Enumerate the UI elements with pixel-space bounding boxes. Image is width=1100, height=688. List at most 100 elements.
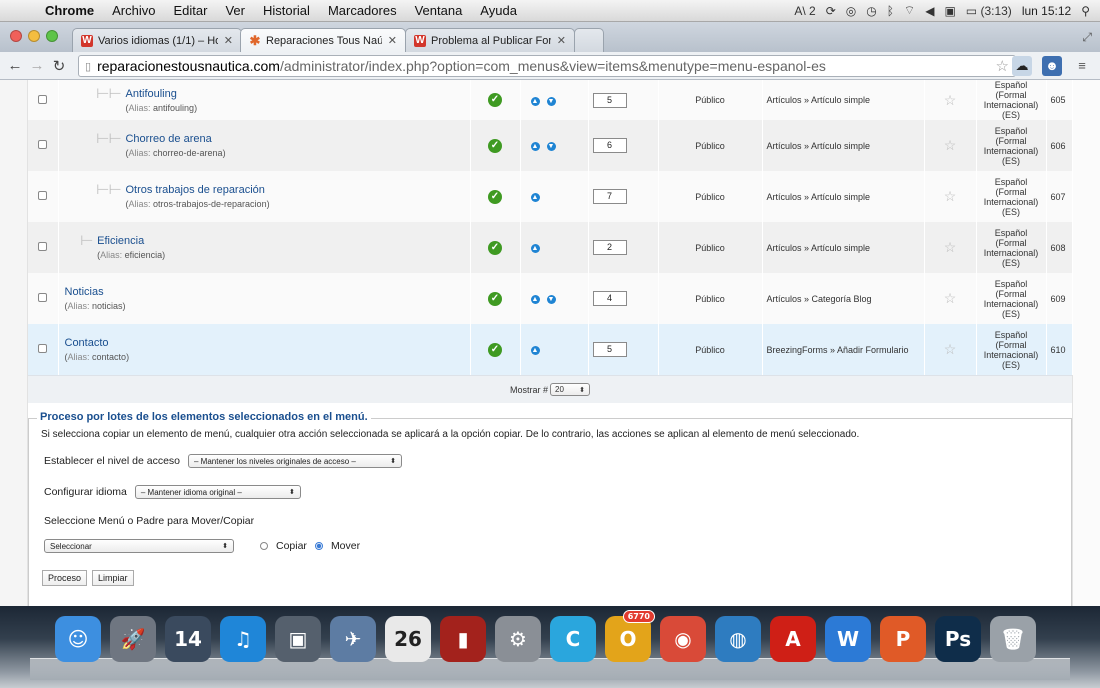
clear-button[interactable]: Limpiar	[92, 570, 134, 586]
menu-ventana[interactable]: Ventana	[406, 3, 472, 18]
close-tab-icon[interactable]: ✕	[388, 34, 397, 47]
back-icon[interactable]: ←	[4, 57, 26, 74]
dock-app-c-icon[interactable]: C	[550, 616, 596, 662]
home-star-icon[interactable]: ☆	[944, 92, 957, 108]
dock-app-globe-icon[interactable]: ◍	[715, 616, 761, 662]
row-checkbox[interactable]	[38, 344, 48, 353]
tab-varios-idiomas[interactable]: W Varios idiomas (1/1) – Ho ✕	[72, 28, 242, 52]
clock[interactable]: lun 15:12	[1022, 4, 1071, 18]
published-check-icon[interactable]: ✓	[488, 93, 502, 107]
close-tab-icon[interactable]: ✕	[224, 34, 233, 47]
menu-ver[interactable]: Ver	[216, 3, 254, 18]
close-tab-icon[interactable]: ✕	[557, 34, 566, 47]
order-input[interactable]: 6	[592, 138, 627, 153]
dock-itunes-icon[interactable]: ♫	[220, 616, 266, 662]
order-up-icon[interactable]: ▲	[530, 193, 540, 202]
dock-photoshop-icon[interactable]: Ps	[935, 616, 981, 662]
target-menu-select[interactable]: Seleccionar ⬍	[44, 539, 234, 553]
menu-marcadores[interactable]: Marcadores	[319, 3, 406, 18]
row-checkbox[interactable]	[38, 140, 48, 149]
fullscreen-icon[interactable]: ⤢	[1082, 30, 1092, 45]
published-check-icon[interactable]: ✓	[488, 138, 502, 153]
order-up-icon[interactable]: ▲	[530, 244, 540, 253]
dock-preview-icon[interactable]: ✈	[330, 616, 376, 662]
order-up-icon[interactable]: ▲	[530, 142, 540, 151]
order-input[interactable]: 5	[592, 92, 627, 108]
wifi-icon[interactable]: ⌔	[904, 3, 915, 18]
dock-system-preferences-icon[interactable]: ⚙	[495, 616, 541, 662]
minimize-window-button[interactable]	[28, 30, 40, 42]
published-check-icon[interactable]: ✓	[488, 291, 502, 306]
published-check-icon[interactable]: ✓	[488, 240, 502, 255]
home-star-icon[interactable]: ☆	[944, 137, 957, 153]
row-checkbox[interactable]	[38, 293, 48, 302]
reload-icon[interactable]: ↻	[48, 57, 70, 75]
bluetooth-icon[interactable]: ᛒ	[887, 4, 894, 18]
extension-icon[interactable]: ☁	[1012, 56, 1032, 76]
copy-radio[interactable]	[260, 542, 268, 550]
forward-icon[interactable]: →	[26, 57, 48, 74]
dock-powerpoint-icon[interactable]: P	[880, 616, 926, 662]
volume-icon[interactable]: ◀	[925, 4, 934, 18]
dock-acrobat-icon[interactable]: A	[770, 616, 816, 662]
adobe-icon[interactable]: A\ 2	[794, 4, 815, 18]
dock-app-o-icon[interactable]: O 6770	[605, 610, 655, 662]
item-title-link[interactable]: Antifouling	[125, 88, 197, 100]
dock-dashboard-icon[interactable]: 14	[165, 616, 211, 662]
tab-problema-publicar[interactable]: W Problema al Publicar Form ✕	[405, 28, 575, 52]
language-select[interactable]: – Mantener idioma original – ⬍	[134, 485, 301, 499]
battery-icon[interactable]: ▭ (3:13)	[966, 4, 1012, 18]
dock-finder-icon[interactable]: ☺	[55, 616, 101, 662]
access-level-select[interactable]: – Mantener los niveles originales de acc…	[188, 454, 402, 468]
menu-app-chrome[interactable]: Chrome	[36, 3, 103, 18]
move-radio[interactable]	[314, 542, 323, 550]
tab-reparaciones[interactable]: ✱ Reparaciones Tous Naútica ✕	[240, 28, 406, 52]
item-title-link[interactable]: Otros trabajos de reparación	[125, 184, 269, 196]
dock-word-icon[interactable]: W	[825, 616, 871, 662]
menu-editar[interactable]: Editar	[164, 3, 216, 18]
dock-calendar-icon[interactable]: 26	[385, 616, 431, 662]
published-check-icon[interactable]: ✓	[488, 342, 502, 357]
dock-trash-icon[interactable]: 🗑	[990, 616, 1036, 662]
new-tab-button[interactable]	[574, 28, 604, 52]
order-down-icon[interactable]: ▼	[546, 96, 556, 106]
dock-photo-booth-icon[interactable]: ▮	[440, 616, 486, 662]
display-icon[interactable]: ▣	[944, 4, 955, 18]
order-input[interactable]: 2	[592, 240, 627, 255]
row-checkbox[interactable]	[38, 94, 48, 104]
order-down-icon[interactable]: ▼	[546, 142, 556, 151]
time-machine-icon[interactable]: ◷	[866, 4, 876, 18]
menu-archivo[interactable]: Archivo	[103, 3, 164, 18]
home-star-icon[interactable]: ☆	[944, 341, 957, 357]
order-up-icon[interactable]: ▲	[530, 295, 540, 304]
chrome-menu-icon[interactable]: ≡	[1072, 56, 1092, 76]
item-title-link[interactable]: Chorreo de arena	[125, 133, 225, 145]
order-up-icon[interactable]: ▲	[530, 96, 540, 106]
order-down-icon[interactable]: ▼	[546, 295, 556, 304]
item-title-link[interactable]: Eficiencia	[97, 235, 165, 247]
menu-historial[interactable]: Historial	[254, 3, 319, 18]
order-input[interactable]: 4	[592, 291, 627, 306]
spotlight-icon[interactable]: ⚲	[1081, 4, 1090, 18]
item-title-link[interactable]: Contacto	[65, 337, 130, 349]
process-button[interactable]: Proceso	[42, 570, 88, 586]
menu-ayuda[interactable]: Ayuda	[471, 3, 526, 18]
dock-iphoto-icon[interactable]: ▣	[275, 616, 321, 662]
item-title-link[interactable]: Noticias	[65, 286, 126, 298]
home-star-icon[interactable]: ☆	[944, 239, 957, 255]
row-checkbox[interactable]	[38, 242, 48, 251]
zoom-window-button[interactable]	[46, 30, 58, 42]
eye-icon[interactable]: ◎	[846, 4, 856, 18]
order-up-icon[interactable]: ▲	[530, 346, 540, 355]
row-checkbox[interactable]	[38, 191, 48, 200]
order-input[interactable]: 7	[592, 189, 627, 204]
close-window-button[interactable]	[10, 30, 22, 42]
user-avatar-icon[interactable]: ☻	[1042, 56, 1062, 76]
order-input[interactable]: 5	[592, 342, 627, 357]
home-star-icon[interactable]: ☆	[944, 188, 957, 204]
dock-launchpad-icon[interactable]: 🚀	[110, 616, 156, 662]
limit-select[interactable]: 20 ⬍	[550, 383, 590, 396]
dock-chrome-icon[interactable]: ◉	[660, 616, 706, 662]
published-check-icon[interactable]: ✓	[488, 189, 502, 204]
address-bar[interactable]: ▯ reparacionestousnautica.com /administr…	[78, 55, 1016, 77]
